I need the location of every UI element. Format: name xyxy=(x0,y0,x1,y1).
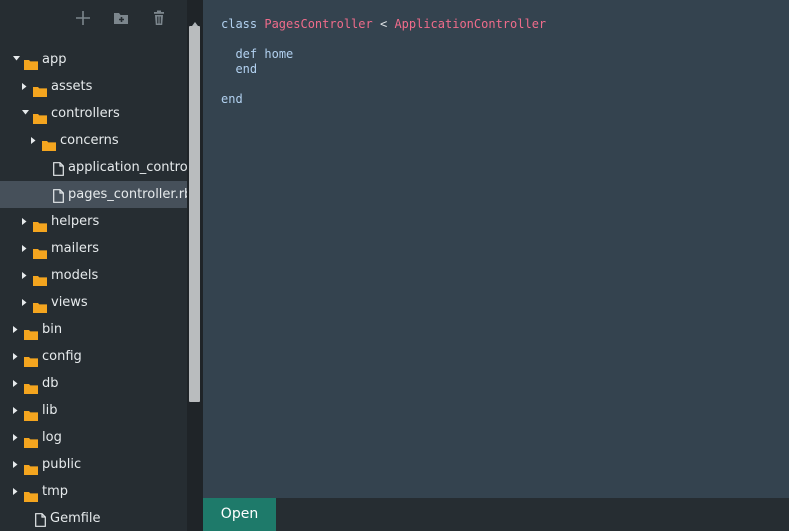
file-tree-panel: app assets controllers concerns application_… xyxy=(0,0,187,531)
caret-right-icon[interactable] xyxy=(22,208,30,235)
tree-folder-row[interactable]: config xyxy=(0,343,187,370)
tree-folder-row[interactable]: controllers xyxy=(0,100,187,127)
keyword-def: def xyxy=(235,47,258,61)
file-icon xyxy=(35,510,46,531)
parent-class-name: ApplicationController xyxy=(394,17,547,31)
class-name: PagesController xyxy=(264,17,373,31)
caret-right-icon[interactable] xyxy=(13,397,21,424)
scrollbar-thumb[interactable] xyxy=(189,26,200,402)
caret-right-icon[interactable] xyxy=(13,370,21,397)
tree-item-label: lib xyxy=(42,403,58,418)
open-button[interactable]: Open xyxy=(203,498,276,531)
tree-item-label: log xyxy=(42,430,62,445)
tree-folder-row[interactable]: db xyxy=(0,370,187,397)
tree-file-row[interactable]: application_controller.rb xyxy=(0,154,187,181)
tree-folder-row[interactable]: helpers xyxy=(0,208,187,235)
tree-folder-row[interactable]: concerns xyxy=(0,127,187,154)
tree-item-label: config xyxy=(42,349,82,364)
plus-icon[interactable] xyxy=(73,8,93,28)
keyword-class: class xyxy=(221,17,258,31)
tree-item-label: Gemfile xyxy=(50,511,101,526)
caret-right-icon[interactable] xyxy=(13,424,21,451)
method-name: home xyxy=(264,47,294,61)
tree-folder-row[interactable]: app xyxy=(0,46,187,73)
file-tree-toolbar xyxy=(0,0,187,36)
caret-right-icon[interactable] xyxy=(13,451,21,478)
new-folder-icon[interactable] xyxy=(111,8,131,28)
caret-right-icon[interactable] xyxy=(31,127,39,154)
tree-folder-row[interactable]: lib xyxy=(0,397,187,424)
keyword-end-method: end xyxy=(235,62,258,76)
tree-folder-row[interactable]: log xyxy=(0,424,187,451)
tree-item-label: bin xyxy=(42,322,63,337)
tree-folder-row[interactable]: mailers xyxy=(0,235,187,262)
caret-right-icon[interactable] xyxy=(22,262,30,289)
code-editor[interactable]: class PagesController < ApplicationContr… xyxy=(203,0,789,498)
tree-item-label: controllers xyxy=(51,106,120,121)
tree-folder-row[interactable]: bin xyxy=(0,316,187,343)
tree-item-label: application_controller.rb xyxy=(68,160,187,175)
tree-file-row[interactable]: Gemfile xyxy=(0,505,187,531)
tree-item-label: app xyxy=(42,52,67,67)
caret-right-icon[interactable] xyxy=(22,235,30,262)
tree-item-label: assets xyxy=(51,79,93,94)
caret-down-icon[interactable] xyxy=(13,46,21,73)
tree-item-label: views xyxy=(51,295,88,310)
caret-right-icon[interactable] xyxy=(13,343,21,370)
tree-item-label: public xyxy=(42,457,82,472)
caret-right-icon[interactable] xyxy=(13,316,21,343)
tree-folder-row[interactable]: public xyxy=(0,451,187,478)
caret-right-icon[interactable] xyxy=(13,478,21,505)
tree-item-label: helpers xyxy=(51,214,100,229)
trash-icon[interactable] xyxy=(149,8,169,28)
tree-item-label: concerns xyxy=(60,133,119,148)
bottom-bar: Open xyxy=(203,498,789,531)
tree-item-label: db xyxy=(42,376,59,391)
tree-item-label: mailers xyxy=(51,241,99,256)
file-tree-scrollbar[interactable] xyxy=(187,0,203,531)
code-content[interactable]: class PagesController < ApplicationContr… xyxy=(221,17,546,107)
tree-folder-row[interactable]: views xyxy=(0,289,187,316)
inherit-operator: < xyxy=(379,17,388,31)
keyword-end-class: end xyxy=(221,92,243,106)
caret-right-icon[interactable] xyxy=(22,289,30,316)
tree-item-label: tmp xyxy=(42,484,69,499)
tree-folder-row[interactable]: assets xyxy=(0,73,187,100)
caret-right-icon[interactable] xyxy=(22,73,30,100)
tree-item-label: models xyxy=(51,268,99,283)
tree-folder-row[interactable]: tmp xyxy=(0,478,187,505)
tree-file-row[interactable]: pages_controller.rb xyxy=(0,181,187,208)
tree-item-label: pages_controller.rb xyxy=(68,187,187,202)
tree-folder-row[interactable]: models xyxy=(0,262,187,289)
file-tree: app assets controllers concerns application_… xyxy=(0,46,187,531)
caret-down-icon[interactable] xyxy=(22,100,30,127)
